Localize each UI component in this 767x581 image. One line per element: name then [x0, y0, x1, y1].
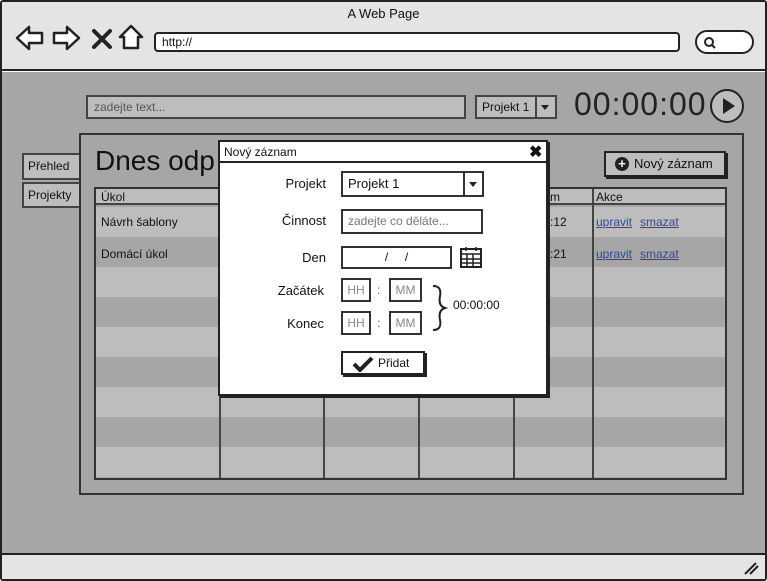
date-input[interactable]: / / — [341, 246, 452, 269]
dialog-titlebar: Nový záznam ✖ — [220, 142, 546, 163]
duration-text: 00:00:00 — [453, 298, 500, 312]
dialog-project-value: Projekt 1 — [348, 176, 400, 191]
checkmark-icon — [352, 356, 374, 372]
project-select[interactable]: Projekt 1 — [475, 95, 557, 119]
edit-link[interactable]: upravit — [596, 215, 632, 229]
activity-input[interactable]: zadejte co děláte... — [341, 209, 483, 234]
day-label: Den — [302, 250, 326, 265]
table-row — [96, 417, 725, 447]
add-record-label: Nový záznam — [634, 156, 713, 171]
add-record-button[interactable]: + Nový záznam — [604, 151, 726, 177]
dialog-title: Nový záznam — [224, 145, 297, 159]
plus-circle-icon: + — [615, 157, 629, 171]
end-label: Konec — [287, 316, 324, 331]
timer-display: 00:00:00 — [574, 86, 707, 122]
back-arrow-icon[interactable] — [15, 24, 45, 52]
column-header-actions: Akce — [596, 190, 623, 204]
search-input[interactable]: zadejte text... — [86, 95, 466, 119]
end-hours-input[interactable]: HH — [341, 311, 371, 335]
edit-link[interactable]: upravit — [596, 247, 632, 261]
dialog-project-select[interactable]: Projekt 1 — [341, 171, 484, 197]
table-row — [96, 447, 725, 477]
browser-search-field[interactable] — [695, 30, 754, 54]
search-icon — [704, 37, 716, 49]
time-cell: :12 — [550, 215, 567, 229]
curly-brace-icon — [432, 285, 448, 331]
start-hours-input[interactable]: HH — [341, 278, 371, 302]
chevron-down-icon[interactable] — [535, 97, 555, 117]
url-bar[interactable]: http:// — [154, 32, 680, 52]
tab-label: Projekty — [28, 188, 72, 202]
start-label: Začátek — [277, 283, 324, 298]
time-separator: : — [377, 283, 381, 297]
time-separator: : — [377, 316, 381, 330]
home-icon[interactable] — [117, 23, 145, 51]
activity-label: Činnost — [281, 213, 326, 228]
resize-grip-icon[interactable] — [743, 561, 759, 575]
task-cell: Návrh šablony — [101, 215, 178, 229]
column-header-time: m — [550, 190, 560, 204]
time-cell: :21 — [550, 247, 567, 261]
forward-arrow-icon[interactable] — [51, 24, 81, 52]
project-select-value: Projekt 1 — [482, 100, 530, 114]
add-submit-button[interactable]: Přidat — [341, 351, 425, 375]
submit-label: Přidat — [378, 356, 410, 370]
project-label: Projekt — [285, 176, 326, 191]
delete-link[interactable]: smazat — [640, 215, 679, 229]
end-minutes-input[interactable]: MM — [389, 311, 422, 335]
task-cell: Domácí úkol — [101, 247, 168, 261]
play-icon — [723, 98, 735, 114]
calendar-icon[interactable] — [459, 245, 483, 269]
tab-projekty[interactable]: Projekty — [22, 182, 81, 208]
stop-x-icon[interactable] — [91, 25, 113, 53]
start-minutes-input[interactable]: MM — [389, 278, 422, 302]
play-button[interactable] — [710, 89, 744, 123]
column-divider — [592, 189, 594, 478]
window-title: A Web Page — [347, 6, 420, 21]
close-icon[interactable]: ✖ — [529, 142, 542, 162]
delete-link[interactable]: smazat — [640, 247, 679, 261]
page-title: Dnes odp — [95, 145, 215, 176]
column-header-task: Úkol — [101, 190, 126, 204]
tab-label: Přehled — [28, 159, 70, 173]
browser-statusbar — [2, 553, 765, 579]
chevron-down-icon[interactable] — [463, 173, 482, 195]
tab-prehled[interactable]: Přehled — [22, 153, 81, 180]
